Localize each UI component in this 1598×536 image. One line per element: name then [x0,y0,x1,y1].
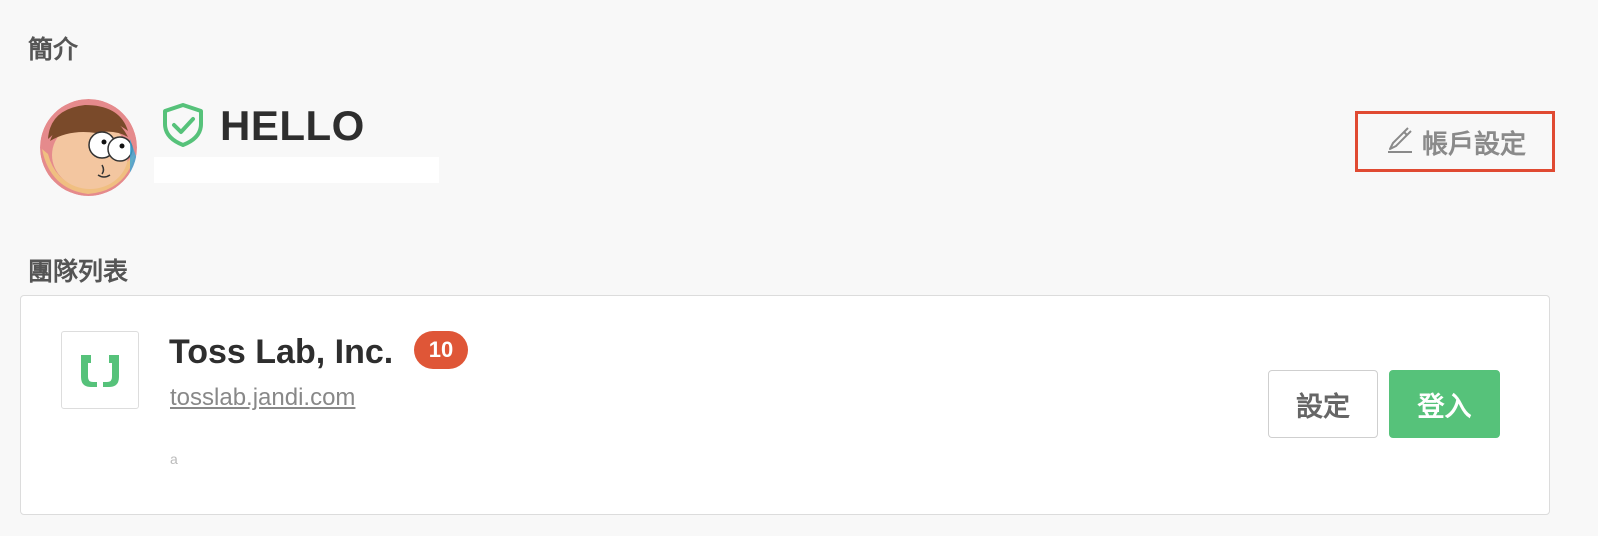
team-settings-button[interactable]: 設定 [1268,370,1378,438]
shield-check-icon [160,102,206,148]
account-settings-button[interactable]: 帳戶設定 [1355,111,1555,172]
team-url-link[interactable]: tosslab.jandi.com [170,384,355,412]
avatar-image [40,99,137,196]
team-name: Toss Lab, Inc. [169,333,394,371]
jandi-logo-icon [61,331,139,409]
team-login-button[interactable]: 登入 [1389,370,1500,438]
profile-page: 簡介 HELLO 帳戶設定 團隊列表 Toss Lab, Inc. 10 tos… [0,0,1598,536]
team-extra-text: a [170,451,178,467]
status-message [154,157,439,183]
unread-count-badge: 10 [414,331,468,369]
team-list-section-label: 團隊列表 [28,257,129,286]
avatar [40,99,137,196]
edit-pen-icon [1387,126,1412,153]
user-name: HELLO [220,102,365,149]
account-settings-label: 帳戶設定 [1421,130,1526,160]
team-card: Toss Lab, Inc. 10 tosslab.jandi.com a 設定… [20,295,1550,515]
profile-section-label: 簡介 [28,35,79,64]
